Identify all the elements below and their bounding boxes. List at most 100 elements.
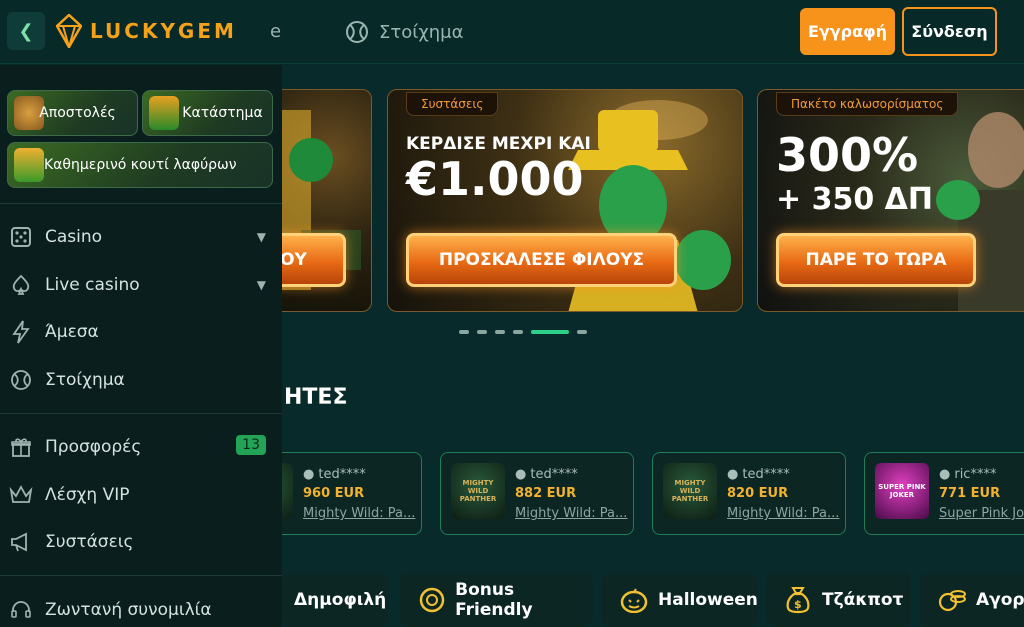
game-thumbnail: MIGHTY WILD PANTHER	[451, 463, 505, 519]
category-buy-label: Αγορ	[976, 590, 1024, 610]
banner-tag: Πακέτο καλωσορίσματος	[776, 92, 959, 116]
category-popular-label: Δημοφιλή	[294, 590, 387, 610]
promo-lootbox-label: Καθημερινό κουτί λαφύρων	[44, 157, 237, 173]
winner-user: ● ted****	[727, 467, 790, 482]
money-bag-icon: $	[784, 586, 812, 614]
category-jackpot-label: Τζάκποτ	[822, 590, 904, 610]
sidebar-item-label: Προσφορές	[45, 437, 142, 457]
sidebar-item-label: Λέσχη VIP	[45, 485, 130, 505]
carousel-dot[interactable]	[459, 330, 469, 334]
winner-username: ted****	[530, 467, 578, 482]
register-button[interactable]: Εγγραφή	[800, 8, 895, 55]
sidebar-item-casino[interactable]: Casino ▼	[8, 217, 274, 257]
gift-box-icon	[14, 148, 44, 182]
winner-user: ● ted****	[303, 467, 366, 482]
bonus-coin-icon	[418, 586, 445, 614]
banner-title-small: ΚΕΡΔΙΣΕ ΜΕΧΡΙ ΚΑΙ	[406, 134, 591, 154]
sidebar-item-referrals[interactable]: Συστάσεις	[8, 522, 274, 562]
promo-banner-referral[interactable]: Συστάσεις ΚΕΡΔΙΣΕ ΜΕΧΡΙ ΚΑΙ €1.000 ΠΡΟΣΚ…	[387, 89, 743, 312]
winner-game-link[interactable]: Mighty Wild: Pa...	[515, 506, 627, 521]
ball-icon	[346, 21, 368, 43]
banner-title-big: €1.000	[406, 152, 584, 206]
winner-card[interactable]: SUPER PINK JOKER ● ric**** 771 EUR Super …	[864, 452, 1024, 535]
winner-username: ric****	[954, 467, 997, 482]
winner-user: ● ted****	[515, 467, 578, 482]
user-icon: ●	[515, 467, 527, 482]
sidebar-item-instant[interactable]: Άμεσα	[8, 312, 274, 352]
game-thumbnail: MIGHTY WILD PANTHER	[663, 463, 717, 519]
sidebar-item-live-casino[interactable]: Live casino ▼	[8, 265, 274, 305]
ball-icon	[8, 367, 34, 393]
divider	[0, 413, 282, 414]
category-popular[interactable]: Δημοφιλή	[282, 573, 388, 627]
category-jackpot[interactable]: $ Τζάκποτ	[766, 573, 911, 627]
sidebar-promo-shop[interactable]: Κατάστημα	[142, 90, 273, 136]
user-icon: ●	[939, 467, 951, 482]
svg-text:$: $	[794, 598, 802, 611]
winner-card[interactable]: MIGHTY WILD PANTHER ● ted**** 882 EUR Mig…	[440, 452, 634, 535]
carousel-dot-active[interactable]	[531, 330, 569, 334]
winner-amount: 882 EUR	[515, 486, 577, 501]
promo-banner-1[interactable]: ΟΥ	[270, 89, 372, 312]
category-bonus-label: Bonus Friendly	[455, 580, 533, 620]
nav-casino-partial[interactable]: e	[270, 21, 281, 42]
carousel-dot[interactable]	[495, 330, 505, 334]
gift-icon	[8, 434, 34, 460]
carousel-dot[interactable]	[477, 330, 487, 334]
gem-logo-icon	[56, 14, 82, 48]
promo-banner-welcome[interactable]: Πακέτο καλωσορίσματος 300% + 350 ΔΠ ΠΑΡΕ…	[757, 89, 1024, 312]
winner-game-link[interactable]: Super Pink Jo	[939, 506, 1024, 521]
nav-sports-label: Στοίχημα	[379, 21, 464, 43]
claim-now-button[interactable]: ΠΑΡΕ ΤΟ ΤΩΡΑ	[776, 233, 976, 287]
spade-icon	[8, 272, 34, 298]
divider	[0, 575, 282, 576]
winner-amount: 820 EUR	[727, 486, 789, 501]
sidebar-item-label: Ζωντανή συνομιλία	[45, 600, 212, 620]
chevron-down-icon[interactable]: ▼	[257, 278, 266, 292]
crown-icon	[8, 482, 34, 508]
logo-text: LUCKYGEM	[90, 19, 237, 43]
dice-icon	[8, 224, 34, 250]
promotions-count-badge: 13	[236, 435, 266, 455]
winner-game-link[interactable]: Mighty Wild: Pa...	[303, 506, 415, 521]
headset-icon	[8, 597, 34, 623]
user-icon: ●	[303, 467, 315, 482]
sidebar-item-promotions[interactable]: Προσφορές 13	[8, 427, 274, 467]
shop-bag-icon	[149, 96, 179, 130]
promo-missions-label: Αποστολές	[39, 105, 116, 121]
carousel-dots	[459, 330, 587, 334]
category-buy[interactable]: Αγορ	[920, 573, 1024, 627]
chevron-left-icon: ❮	[18, 20, 34, 42]
sidebar-item-label: Casino	[45, 227, 103, 247]
sidebar-item-vip[interactable]: Λέσχη VIP	[8, 475, 274, 515]
promo-shop-label: Κατάστημα	[182, 105, 263, 121]
coins-icon	[938, 586, 966, 614]
winner-amount: 960 EUR	[303, 486, 365, 501]
category-halloween[interactable]: Halloween	[602, 573, 758, 627]
sidebar-promo-lootbox[interactable]: Καθημερινό κουτί λαφύρων	[7, 142, 273, 188]
banner-tag: Συστάσεις	[406, 92, 499, 116]
sidebar-item-live-chat[interactable]: Ζωντανή συνομιλία	[8, 590, 274, 627]
sidebar-item-sports[interactable]: Στοίχημα	[8, 360, 274, 400]
game-thumbnail: SUPER PINK JOKER	[875, 463, 929, 519]
winner-card[interactable]: MIGHTY WILD PANTHER ● ted**** 820 EUR Mig…	[652, 452, 846, 535]
top-header: ❮ LUCKYGEM e Στοίχημα Εγγραφή Σύνδεση	[0, 0, 1024, 64]
sidebar-promo-missions[interactable]: Αποστολές	[7, 90, 138, 136]
user-icon: ●	[727, 467, 739, 482]
category-bonus-friendly[interactable]: Bonus Friendly	[400, 573, 593, 627]
banner-title-line2: + 350 ΔΠ	[776, 182, 933, 217]
sidebar-item-label: Στοίχημα	[45, 370, 125, 390]
winner-game-link[interactable]: Mighty Wild: Pa...	[727, 506, 839, 521]
logo[interactable]: LUCKYGEM	[56, 14, 237, 48]
carousel-dot[interactable]	[577, 330, 587, 334]
sidebar-item-label: Συστάσεις	[45, 532, 134, 552]
banner-title-big: 300%	[776, 128, 919, 182]
invite-friends-button[interactable]: ΠΡΟΣΚΑΛΕΣΕ ΦΙΛΟΥΣ	[406, 233, 677, 287]
login-button[interactable]: Σύνδεση	[902, 7, 997, 56]
nav-sports[interactable]: Στοίχημα	[345, 20, 463, 44]
category-halloween-label: Halloween	[658, 590, 758, 610]
collapse-sidebar-button[interactable]: ❮	[7, 12, 45, 50]
chevron-down-icon[interactable]: ▼	[257, 230, 266, 244]
winner-user: ● ric****	[939, 467, 996, 482]
carousel-dot[interactable]	[513, 330, 523, 334]
